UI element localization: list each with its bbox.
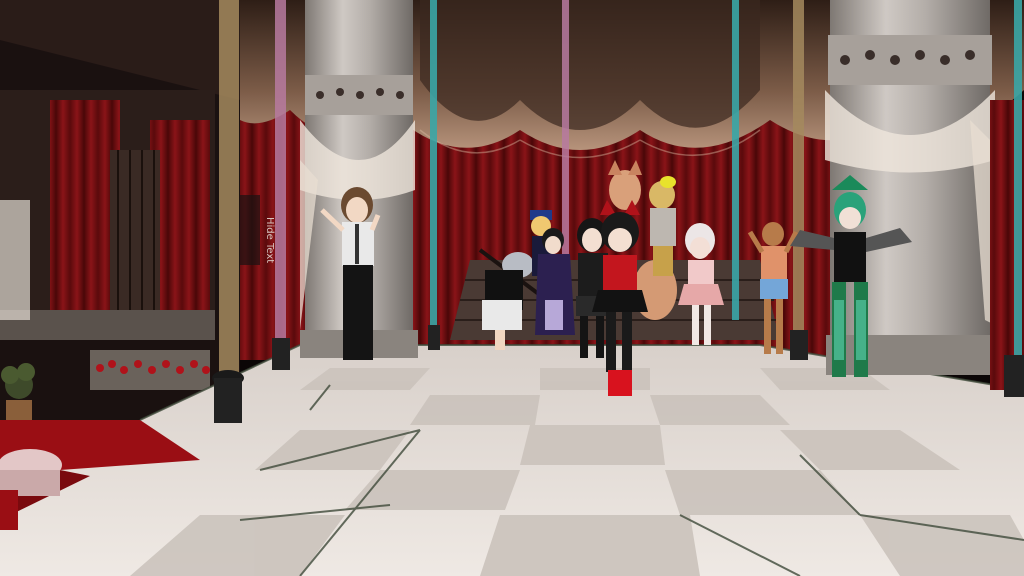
- pole-pink-left: [275, 0, 286, 340]
- pole-teal-right: [1014, 0, 1022, 355]
- mirror-sign-line-1: Hide: [264, 217, 275, 240]
- pole-teal-center: [732, 0, 739, 320]
- vr-club-scene: Hide Text: [0, 0, 1024, 576]
- pole-teal-left: [430, 0, 437, 325]
- left-balcony-room: [0, 0, 240, 440]
- mirror-hide-text-label[interactable]: Hide Text: [219, 217, 275, 263]
- pole-gold-right: [793, 0, 804, 330]
- scene-canvas: [0, 0, 1024, 576]
- mirror-sign-line-2: Text: [264, 243, 275, 264]
- pole-gold-left: [219, 0, 239, 375]
- blonde-avatar: [649, 176, 676, 276]
